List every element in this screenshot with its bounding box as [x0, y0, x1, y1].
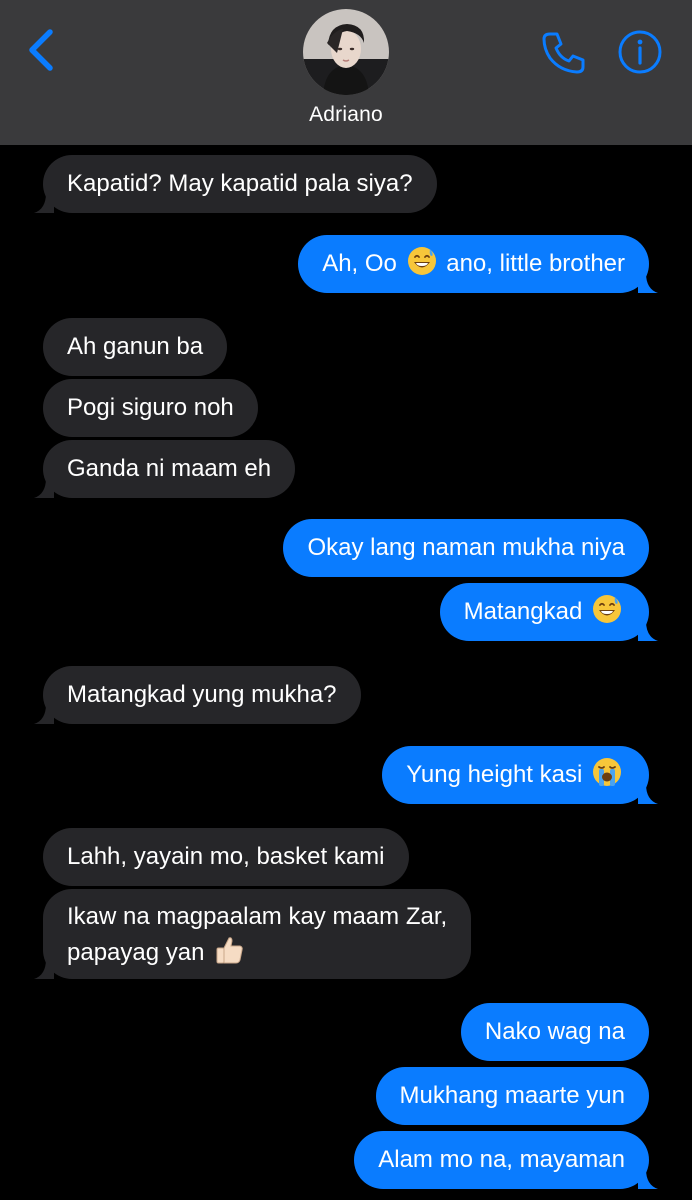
message-text: Kapatid? May kapatid pala siya?: [67, 170, 413, 197]
contact-avatar[interactable]: [303, 9, 389, 95]
contact-name[interactable]: Adriano: [0, 103, 692, 127]
incoming-message-bubble[interactable]: Pogi siguro noh: [43, 379, 258, 437]
message-text: Matangkad yung mukha?: [67, 681, 337, 708]
bubble-tail-icon: [638, 1169, 658, 1189]
thumbs-up-emoji-icon: [216, 937, 243, 964]
incoming-message-bubble[interactable]: Matangkad yung mukha?: [34, 666, 361, 724]
message-text: Ganda ni maam eh: [67, 455, 272, 482]
call-button[interactable]: [538, 28, 588, 78]
phone-icon: [542, 32, 585, 74]
message-text: Lahh, yayain mo, basket kami: [67, 843, 385, 870]
outgoing-message-bubble[interactable]: Ah, Oo ano, little brother: [298, 235, 658, 293]
message-text: ano, little brother: [439, 250, 625, 277]
chevron-left-icon: [29, 29, 53, 71]
incoming-message-bubble[interactable]: Ah ganun ba: [43, 318, 228, 376]
message-text: Nako wag na: [484, 1018, 625, 1045]
message-text: Pogi siguro noh: [67, 394, 234, 421]
message-text: Yung height kasi: [406, 761, 589, 788]
info-icon: [618, 30, 662, 74]
message-text: Okay lang naman mukha niya: [307, 534, 625, 561]
message-text: Mukhang maarte yun: [399, 1082, 625, 1109]
bubble-tail-icon: [34, 704, 54, 724]
incoming-message-bubble[interactable]: Ganda ni maam eh: [34, 440, 296, 498]
outgoing-message-bubble[interactable]: Matangkad: [439, 583, 658, 641]
loudly-crying-emoji-icon: [593, 758, 621, 786]
bubble-tail-icon: [638, 621, 658, 641]
grinning-sweat-emoji-icon: [407, 247, 436, 275]
message-text: Ikaw na magpaalam kay maam Zar,: [67, 903, 448, 930]
message-text: Alam mo na, mayaman: [378, 1146, 625, 1173]
bubble-tail-icon: [34, 478, 54, 498]
bubble-tail-icon: [638, 784, 658, 804]
message-text: Matangkad: [463, 598, 589, 625]
incoming-message-bubble[interactable]: Lahh, yayain mo, basket kami: [43, 828, 409, 886]
outgoing-message-bubble[interactable]: Okay lang naman mukha niya: [283, 519, 649, 577]
bubble-tail-icon: [34, 193, 54, 213]
info-button[interactable]: [615, 27, 665, 77]
outgoing-message-bubble[interactable]: Mukhang maarte yun: [375, 1067, 649, 1125]
message-text: Ah, Oo: [322, 250, 404, 277]
message-text: Ah ganun ba: [67, 333, 204, 360]
bubble-tail-icon: [638, 273, 658, 293]
conversation-header: Adriano: [0, 0, 692, 145]
bubble-tail-icon: [34, 959, 54, 979]
message-thread[interactable]: Kapatid? May kapatid pala siya? Ah, Oo a…: [0, 145, 692, 1200]
outgoing-message-bubble[interactable]: Yung height kasi: [382, 746, 658, 804]
incoming-message-bubble[interactable]: Ikaw na magpaalam kay maam Zar, papayag …: [34, 889, 472, 979]
outgoing-message-bubble[interactable]: Alam mo na, mayaman: [354, 1131, 658, 1189]
message-text: papayag yan: [67, 939, 212, 966]
grinning-sweat-emoji-icon: [593, 595, 621, 623]
incoming-message-bubble[interactable]: Kapatid? May kapatid pala siya?: [34, 155, 437, 213]
avatar-photo: [303, 9, 389, 95]
back-button[interactable]: [22, 26, 62, 74]
outgoing-message-bubble[interactable]: Nako wag na: [460, 1003, 649, 1061]
